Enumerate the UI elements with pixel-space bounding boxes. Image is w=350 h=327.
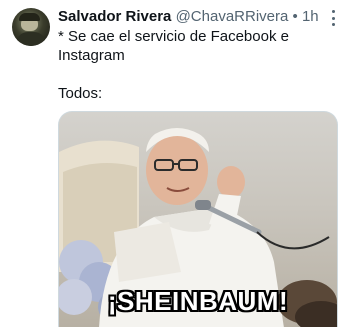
more-dots-icon[interactable] [332,10,336,26]
author-name[interactable]: Salvador Rivera [58,8,171,25]
tweet-text-line: Todos: [58,85,103,102]
avatar[interactable] [12,8,50,46]
separator-dot: • [292,8,298,25]
avatar-body [16,32,46,46]
timestamp[interactable]: 1h [302,8,319,25]
avatar-cap [19,13,40,21]
tweet-text-line: * Se cae el servicio de Facebook e Insta… [58,28,289,64]
tweet-media-image[interactable]: ¡SHEINBAUM! [58,111,338,327]
author-handle[interactable]: @ChavaRRivera [176,8,289,25]
tweet-text: * Se cae el servicio de Facebook e Insta… [58,27,332,103]
tweet-header: Salvador Rivera @ChavaRRivera • 1h [58,8,320,26]
meme-caption: ¡SHEINBAUM! [107,286,289,316]
